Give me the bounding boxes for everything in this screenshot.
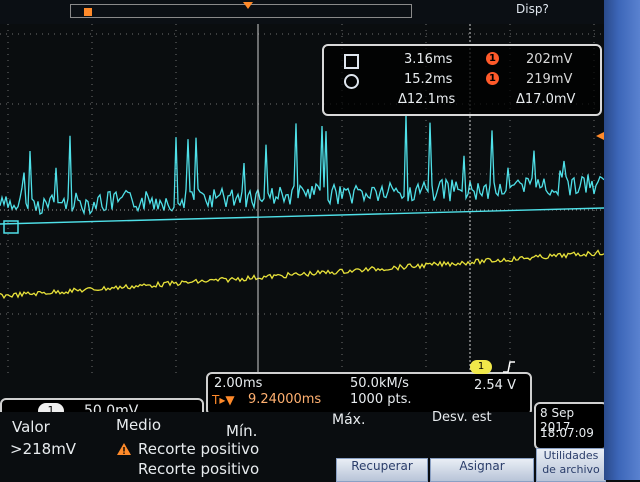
measurement-value: >218mV xyxy=(10,440,77,458)
clipping-note: Recorte positivo xyxy=(138,440,260,458)
sample-rate: 50.0kM/s xyxy=(350,376,409,391)
ch1-baseline xyxy=(0,207,604,225)
oscilloscope-screen: Disp? 3.16ms 1 202mV 15.2ms 1 219mV Δ12.… xyxy=(0,0,640,482)
softkey-recuperar[interactable]: Recuperar xyxy=(336,458,428,482)
horizontal-position: 9.24000ms xyxy=(248,392,322,407)
softkey-utilidades-label: Utilidades de archivo xyxy=(542,449,600,476)
record-length: 1000 pts. xyxy=(350,392,412,407)
warning-icon xyxy=(117,443,131,455)
softkey-utilidades-archivo[interactable]: Utilidades de archivo xyxy=(536,448,606,482)
header-medio: Medio xyxy=(116,416,162,434)
right-edge-marker xyxy=(596,132,604,140)
cursor-b-channel-icon: 1 xyxy=(486,72,499,85)
channel2-waveform xyxy=(0,249,604,300)
top-status-bar: Disp? xyxy=(0,0,604,24)
bezel-frame xyxy=(604,0,640,480)
cursor-delta-value: Δ17.0mV xyxy=(516,92,576,107)
header-desv-est: Desv. est xyxy=(432,410,492,425)
softkey-asignar[interactable]: Asignar xyxy=(430,458,534,482)
cursor-a-value: 202mV xyxy=(526,52,573,67)
channel1-waveform xyxy=(0,114,604,216)
cursor-readout-panel: 3.16ms 1 202mV 15.2ms 1 219mV Δ12.1ms Δ1… xyxy=(322,44,602,116)
ch1-ground-marker xyxy=(3,220,19,234)
rising-edge-icon xyxy=(503,361,515,373)
cursor-delta-time: Δ12.1ms xyxy=(398,92,456,107)
trigger-position-prefix: T▸▼ xyxy=(212,393,235,407)
trigger-source-badge: 1 xyxy=(470,360,492,374)
header-min: Mín. xyxy=(226,422,258,440)
date-time-readout: 8 Sep 2017 18:07:09 xyxy=(534,402,608,450)
display-menu-label[interactable]: Disp? xyxy=(516,2,549,16)
circle-cursor-icon xyxy=(344,74,359,89)
square-cursor-icon xyxy=(344,54,359,69)
softkey-asignar-label: Asignar xyxy=(459,459,505,473)
time: 18:07:09 xyxy=(540,426,594,440)
trigger-position-marker[interactable] xyxy=(84,8,92,16)
cursor-a-time: 3.16ms xyxy=(404,52,453,67)
cursor-b-value: 219mV xyxy=(526,72,573,87)
cursor-a-channel-icon: 1 xyxy=(486,52,499,65)
cursor-b-time: 15.2ms xyxy=(404,72,453,87)
header-max: Máx. xyxy=(332,412,366,428)
clipping-note-2: Recorte positivo xyxy=(138,460,260,478)
trigger-point-icon xyxy=(243,2,253,9)
timebase-scale: 2.00ms xyxy=(214,376,263,391)
trigger-level: 2.54 V xyxy=(474,378,516,393)
header-valor: Valor xyxy=(12,418,50,436)
softkey-recuperar-label: Recuperar xyxy=(351,459,413,473)
record-position-bar[interactable] xyxy=(70,4,412,18)
